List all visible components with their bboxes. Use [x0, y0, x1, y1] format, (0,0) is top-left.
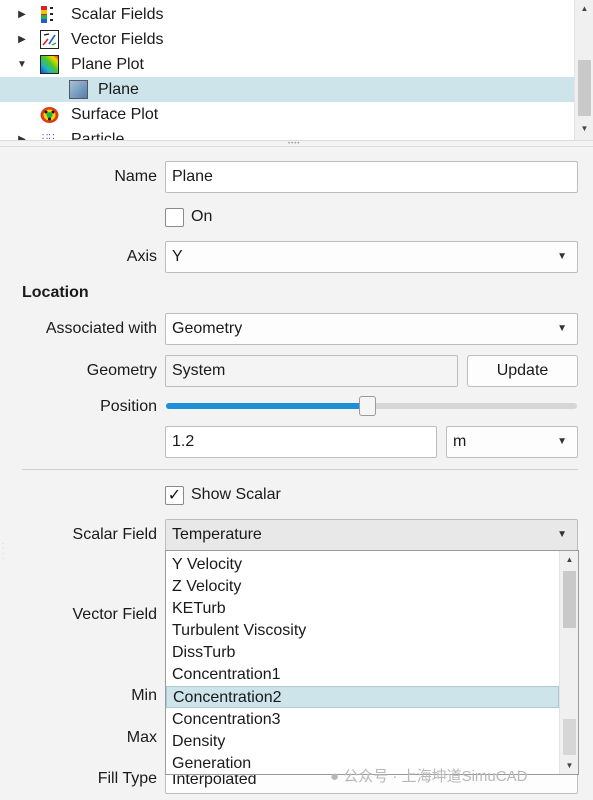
- position-slider-fill: [166, 403, 368, 409]
- name-label: Name: [114, 168, 157, 185]
- section-divider: [22, 469, 578, 470]
- expand-arrow-icon[interactable]: ▶: [16, 2, 28, 27]
- associated-with-value: Geometry: [172, 320, 243, 337]
- tree-item-label: Vector Fields: [71, 31, 164, 48]
- tree-item-plane[interactable]: Plane: [0, 77, 574, 102]
- watermark-text: 公众号 · 上海坤道SimuCAD: [343, 768, 528, 785]
- update-button[interactable]: Update: [467, 355, 578, 387]
- tree-item-particle[interactable]: ▶ ∷∷ Particle...: [0, 127, 574, 140]
- scalar-field-value: Temperature: [172, 526, 262, 543]
- dropdown-option[interactable]: Density: [166, 731, 559, 753]
- plane-icon: [69, 80, 88, 99]
- position-input[interactable]: 1.2: [165, 426, 437, 458]
- chevron-down-icon: ▼: [557, 323, 567, 334]
- scalar-fields-icon: [41, 6, 53, 23]
- surface-plot-icon: [40, 107, 59, 123]
- position-unit-select[interactable]: m ▼: [446, 426, 578, 458]
- wechat-icon: ●: [330, 768, 340, 785]
- associated-with-select[interactable]: Geometry ▼: [165, 313, 578, 345]
- tree-item-label: Plane: [98, 81, 139, 98]
- tree-item-label: Surface Plot: [71, 106, 159, 123]
- tree-item-label: Plane Plot: [71, 56, 144, 73]
- axis-select[interactable]: Y ▼: [165, 241, 578, 273]
- dropdown-option[interactable]: KETurb: [166, 598, 559, 620]
- tree-item-label: Particle...: [71, 131, 138, 140]
- scrollbar-thumb[interactable]: [578, 60, 591, 116]
- dropdown-scrollbar[interactable]: ▲ ▼: [559, 551, 578, 774]
- on-checkbox[interactable]: [165, 208, 184, 227]
- plane-plot-icon: [40, 55, 59, 74]
- collapse-arrow-icon[interactable]: ▼: [16, 52, 28, 77]
- particle-icon: ∷∷: [42, 132, 55, 141]
- object-tree: ▶ Scalar Fields ▶ Vector Fields ▼ Plane …: [0, 0, 593, 140]
- vector-fields-icon: [40, 30, 59, 49]
- dropdown-option-highlighted[interactable]: Concentration2: [166, 686, 559, 708]
- dropdown-option[interactable]: DissTurb: [166, 642, 559, 664]
- splitter-grip-icon[interactable]: ••••: [288, 141, 300, 147]
- scroll-down-icon[interactable]: ▼: [575, 120, 593, 137]
- scalar-field-label: Scalar Field: [72, 526, 157, 543]
- axis-value: Y: [172, 248, 183, 265]
- scroll-up-icon[interactable]: ▲: [560, 551, 578, 568]
- dropdown-option[interactable]: Concentration3: [166, 709, 559, 731]
- associated-with-label: Associated with: [45, 320, 157, 337]
- position-slider-handle[interactable]: [359, 396, 377, 416]
- dropdown-option[interactable]: Z Velocity: [166, 576, 559, 598]
- vector-field-label: Vector Field: [72, 606, 157, 623]
- tree-item-scalar-fields[interactable]: ▶ Scalar Fields: [0, 2, 574, 27]
- watermark: ● 公众号 · 上海坤道SimuCAD: [330, 765, 527, 786]
- panel-splitter[interactable]: ••••: [0, 140, 593, 147]
- expand-arrow-icon[interactable]: ▶: [16, 127, 28, 140]
- chevron-down-icon: ▼: [557, 529, 567, 540]
- max-label: Max: [126, 729, 157, 746]
- tree-item-surface-plot[interactable]: Surface Plot: [0, 102, 574, 127]
- scroll-down-icon[interactable]: ▼: [560, 757, 578, 774]
- scalar-field-dropdown-list[interactable]: Y Velocity Z Velocity KETurb Turbulent V…: [165, 550, 579, 775]
- dropdown-option[interactable]: Concentration1: [166, 664, 559, 686]
- name-input[interactable]: Plane: [165, 161, 578, 193]
- dropdown-option[interactable]: Turbulent Viscosity: [166, 620, 559, 642]
- min-label: Min: [131, 687, 157, 704]
- tree-scrollbar[interactable]: ▲ ▼: [574, 0, 593, 140]
- chevron-down-icon: ▼: [557, 436, 567, 447]
- location-heading: Location: [22, 284, 89, 301]
- geometry-field: System: [165, 355, 458, 387]
- axis-label: Axis: [126, 248, 157, 265]
- side-grip-icon[interactable]: · · · ·: [2, 541, 4, 562]
- position-unit-value: m: [453, 433, 467, 450]
- scroll-up-icon[interactable]: ▲: [575, 0, 593, 17]
- show-scalar-checkbox[interactable]: ✓: [165, 486, 184, 505]
- fill-type-label: Fill Type: [97, 770, 157, 787]
- geometry-value: System: [172, 362, 226, 379]
- dropdown-option[interactable]: Y Velocity: [166, 554, 559, 576]
- show-scalar-label: Show Scalar: [191, 486, 281, 503]
- tree-item-plane-plot[interactable]: ▼ Plane Plot: [0, 52, 574, 77]
- scrollbar-track-segment: [563, 719, 576, 755]
- geometry-label: Geometry: [86, 362, 157, 379]
- checkmark-icon: ✓: [167, 487, 182, 504]
- on-label: On: [191, 208, 213, 225]
- scalar-field-select[interactable]: Temperature ▼: [165, 519, 578, 551]
- expand-arrow-icon[interactable]: ▶: [16, 27, 28, 52]
- tree-item-vector-fields[interactable]: ▶ Vector Fields: [0, 27, 574, 52]
- chevron-down-icon: ▼: [557, 251, 567, 262]
- position-label: Position: [100, 398, 157, 415]
- tree-item-label: Scalar Fields: [71, 6, 164, 23]
- scrollbar-thumb[interactable]: [563, 571, 576, 628]
